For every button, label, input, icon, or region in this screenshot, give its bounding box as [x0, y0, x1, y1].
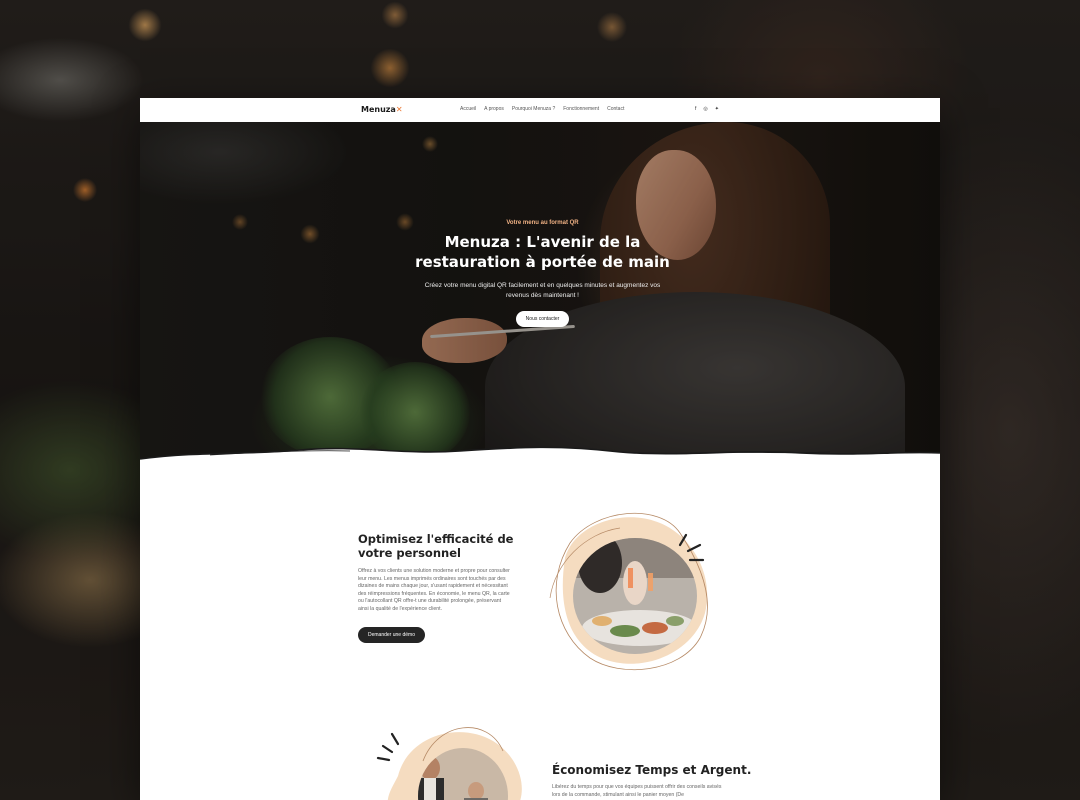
section1-text: Offrez à vos clients une solution modern…: [358, 568, 510, 612]
top-navigation: Menuza✕ Accueil A propos Pourquoi Menuza…: [140, 98, 940, 122]
restaurant-photo-illustration: [549, 512, 708, 671]
hero-eyebrow: Votre menu au format QR: [506, 220, 579, 226]
nav-link-fonctionnement[interactable]: Fonctionnement: [563, 106, 599, 112]
logo-mark: ✕: [395, 105, 403, 114]
instagram-icon[interactable]: ◎: [703, 106, 707, 112]
social-links: f ◎ ✦: [695, 106, 719, 112]
nav-links: Accueil A propos Pourquoi Menuza ? Fonct…: [460, 106, 624, 112]
hero-section: Votre menu au format QR Menuza : L'aveni…: [140, 122, 940, 467]
nav-link-a-propos[interactable]: A propos: [484, 106, 504, 112]
section2-title: Économisez Temps et Argent.: [552, 763, 752, 777]
waiter-photo-illustration: [376, 727, 522, 800]
section2-text: Libérez du temps pour que vos équipes pu…: [552, 784, 722, 798]
demo-button[interactable]: Demander une démo: [358, 627, 425, 643]
website-mockup: Menuza✕ Accueil A propos Pourquoi Menuza…: [140, 98, 940, 800]
hero-content: Votre menu au format QR Menuza : L'aveni…: [400, 220, 685, 327]
hero-subtitle: Créez votre menu digital QR facilement e…: [424, 282, 661, 299]
twitter-icon[interactable]: ✦: [715, 106, 719, 112]
wave-divider: [140, 446, 940, 471]
logo-text: Menuza: [361, 105, 396, 114]
logo[interactable]: Menuza✕: [361, 105, 403, 114]
hero-title: Menuza : L'avenir de la restauration à p…: [415, 233, 670, 271]
nav-link-accueil[interactable]: Accueil: [460, 106, 476, 112]
nav-link-contact[interactable]: Contact: [607, 106, 624, 112]
section1-title: Optimisez l'efficacité de votre personne…: [358, 532, 514, 560]
facebook-icon[interactable]: f: [695, 106, 696, 112]
contact-button[interactable]: Nous contacter: [515, 311, 570, 327]
nav-link-pourquoi[interactable]: Pourquoi Menuza ?: [512, 106, 555, 112]
